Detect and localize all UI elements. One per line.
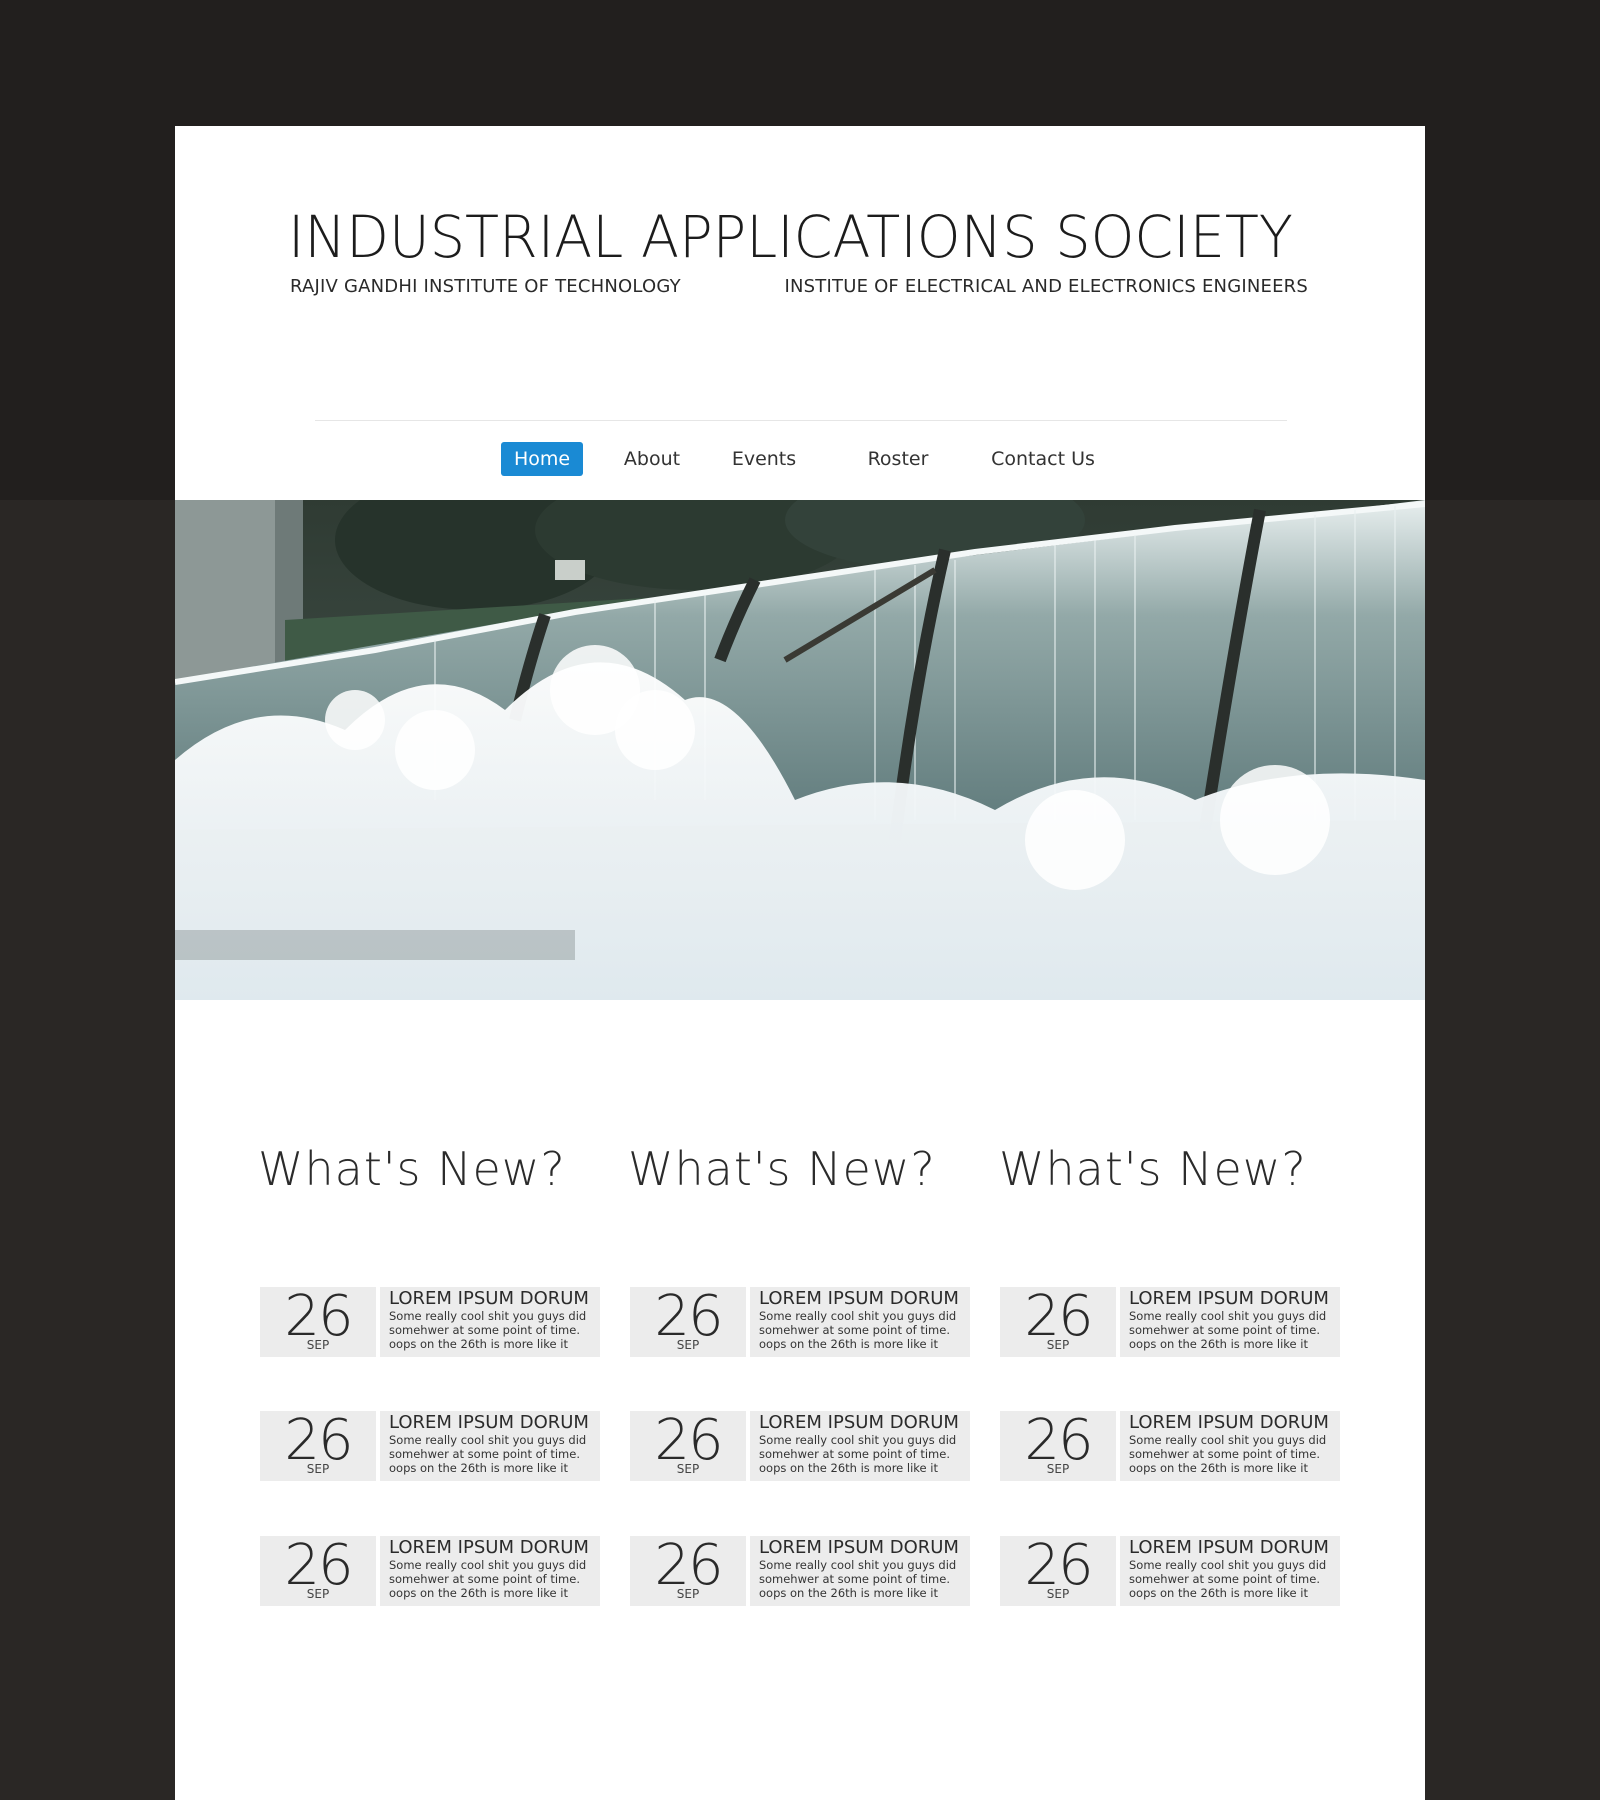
news-title: LOREM IPSUM DORUM	[759, 1412, 959, 1433]
news-item[interactable]: 26 SEP LOREM IPSUM DORUM Some really coo…	[260, 1287, 600, 1357]
news-title: LOREM IPSUM DORUM	[1129, 1288, 1329, 1309]
date-day: 26	[284, 1284, 353, 1349]
date-day: 26	[1024, 1408, 1093, 1473]
date-box: 26 SEP	[260, 1536, 376, 1606]
news-item[interactable]: 26 SEP LOREM IPSUM DORUM Some really coo…	[630, 1411, 970, 1481]
date-box: 26 SEP	[1000, 1287, 1116, 1357]
news-text-box: LOREM IPSUM DORUM Some really cool shit …	[750, 1287, 970, 1357]
news-text-box: LOREM IPSUM DORUM Some really cool shit …	[750, 1536, 970, 1606]
news-text-box: LOREM IPSUM DORUM Some really cool shit …	[1120, 1536, 1340, 1606]
news-title: LOREM IPSUM DORUM	[389, 1412, 589, 1433]
news-text-box: LOREM IPSUM DORUM Some really cool shit …	[1120, 1287, 1340, 1357]
news-item[interactable]: 26 SEP LOREM IPSUM DORUM Some really coo…	[630, 1287, 970, 1357]
news-text-box: LOREM IPSUM DORUM Some really cool shit …	[380, 1411, 600, 1481]
news-description: Some really cool shit you guys did someh…	[759, 1558, 957, 1600]
date-month: SEP	[676, 1338, 700, 1352]
column-title-3: What's New?	[999, 1142, 1307, 1196]
date-month: SEP	[306, 1462, 330, 1476]
nav-divider	[315, 420, 1287, 421]
nav-item-roster[interactable]: Roster	[853, 442, 943, 476]
news-description: Some really cool shit you guys did someh…	[1129, 1558, 1327, 1600]
news-text-box: LOREM IPSUM DORUM Some really cool shit …	[750, 1411, 970, 1481]
news-title: LOREM IPSUM DORUM	[1129, 1537, 1329, 1558]
date-day: 26	[1024, 1533, 1093, 1598]
date-box: 26 SEP	[630, 1287, 746, 1357]
news-description: Some really cool shit you guys did someh…	[1129, 1433, 1327, 1475]
column-title-1: What's New?	[258, 1142, 566, 1196]
news-item[interactable]: 26 SEP LOREM IPSUM DORUM Some really coo…	[1000, 1536, 1340, 1606]
date-day: 26	[654, 1408, 723, 1473]
column-title-2: What's New?	[628, 1142, 936, 1196]
hero-waterfall-image	[175, 500, 1425, 1000]
news-item[interactable]: 26 SEP LOREM IPSUM DORUM Some really coo…	[1000, 1411, 1340, 1481]
news-title: LOREM IPSUM DORUM	[1129, 1412, 1329, 1433]
news-text-box: LOREM IPSUM DORUM Some really cool shit …	[380, 1536, 600, 1606]
nav-item-events[interactable]: Events	[719, 442, 809, 476]
site-title: INDUSTRIAL APPLICATIONS SOCIETY	[288, 203, 1293, 271]
news-item[interactable]: 26 SEP LOREM IPSUM DORUM Some really coo…	[260, 1536, 600, 1606]
date-day: 26	[284, 1533, 353, 1598]
news-description: Some really cool shit you guys did someh…	[389, 1433, 587, 1475]
organization-name: INSTITUE OF ELECTRICAL AND ELECTRONICS E…	[784, 276, 1308, 297]
date-box: 26 SEP	[1000, 1536, 1116, 1606]
news-title: LOREM IPSUM DORUM	[389, 1537, 589, 1558]
news-item[interactable]: 26 SEP LOREM IPSUM DORUM Some really coo…	[630, 1536, 970, 1606]
news-title: LOREM IPSUM DORUM	[389, 1288, 589, 1309]
news-text-box: LOREM IPSUM DORUM Some really cool shit …	[1120, 1411, 1340, 1481]
news-title: LOREM IPSUM DORUM	[759, 1288, 959, 1309]
date-day: 26	[654, 1533, 723, 1598]
date-month: SEP	[1046, 1462, 1070, 1476]
date-month: SEP	[1046, 1338, 1070, 1352]
date-month: SEP	[676, 1587, 700, 1601]
date-month: SEP	[1046, 1587, 1070, 1601]
nav-item-home[interactable]: Home	[501, 442, 583, 476]
date-box: 26 SEP	[260, 1411, 376, 1481]
news-item[interactable]: 26 SEP LOREM IPSUM DORUM Some really coo…	[260, 1411, 600, 1481]
date-box: 26 SEP	[630, 1536, 746, 1606]
date-day: 26	[284, 1408, 353, 1473]
date-box: 26 SEP	[260, 1287, 376, 1357]
date-box: 26 SEP	[630, 1411, 746, 1481]
news-description: Some really cool shit you guys did someh…	[759, 1433, 957, 1475]
news-title: LOREM IPSUM DORUM	[759, 1537, 959, 1558]
date-day: 26	[1024, 1284, 1093, 1349]
news-item[interactable]: 26 SEP LOREM IPSUM DORUM Some really coo…	[1000, 1287, 1340, 1357]
date-month: SEP	[306, 1587, 330, 1601]
news-text-box: LOREM IPSUM DORUM Some really cool shit …	[380, 1287, 600, 1357]
news-description: Some really cool shit you guys did someh…	[389, 1558, 587, 1600]
news-description: Some really cool shit you guys did someh…	[759, 1309, 957, 1351]
date-month: SEP	[306, 1338, 330, 1352]
news-description: Some really cool shit you guys did someh…	[389, 1309, 587, 1351]
news-description: Some really cool shit you guys did someh…	[1129, 1309, 1327, 1351]
institute-name: RAJIV GANDHI INSTITUTE OF TECHNOLOGY	[290, 276, 681, 297]
date-month: SEP	[676, 1462, 700, 1476]
nav-item-contact-us[interactable]: Contact Us	[975, 442, 1111, 476]
main-nav: Home About Events Roster Contact Us	[175, 442, 1425, 478]
date-box: 26 SEP	[1000, 1411, 1116, 1481]
nav-item-about[interactable]: About	[607, 442, 697, 476]
date-day: 26	[654, 1284, 723, 1349]
